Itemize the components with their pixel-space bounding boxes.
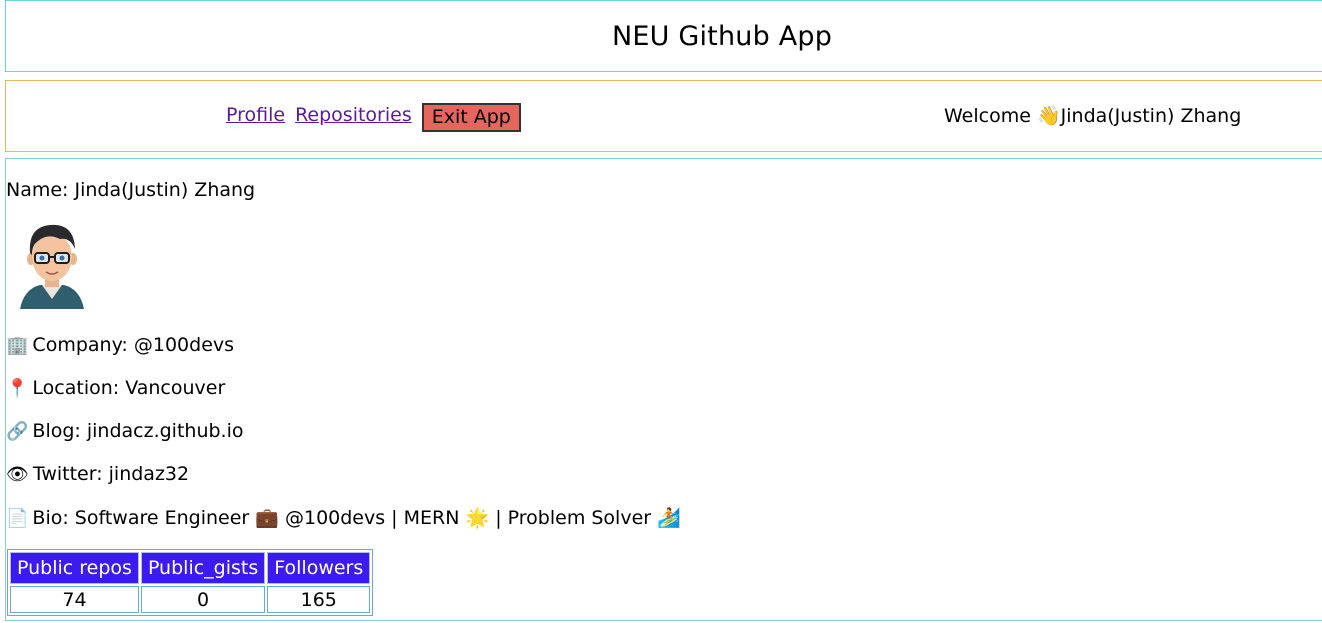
repositories-link[interactable]: Repositories [295, 104, 412, 126]
pin-icon: 📍 [6, 378, 29, 399]
location-row: 📍 Location: Vancouver [6, 377, 225, 399]
blog-row: 🔗 Blog: jindacz.github.io [6, 420, 244, 442]
location-text: Location: Vancouver [32, 377, 226, 399]
surfer-icon: 🏄 [657, 507, 681, 529]
stats-value-row: 74 0 165 [10, 586, 371, 613]
wave-icon: 👋 [1036, 105, 1061, 127]
public-repos-header: Public repos [10, 552, 139, 584]
public-gists-value: 0 [140, 586, 266, 613]
building-icon: 🏢 [6, 335, 29, 356]
twitter-text: Twitter: jindaz32 [32, 463, 190, 485]
link-icon: 🔗 [6, 421, 29, 442]
document-icon: 📄 [6, 508, 29, 529]
public-repos-value: 74 [10, 586, 139, 613]
company-text: Company: @100devs [32, 334, 235, 356]
app-title: NEU Github App [611, 20, 833, 52]
twitter-row: 👁 Twitter: jindaz32 [6, 463, 189, 485]
welcome-prefix: Welcome [944, 105, 1031, 127]
nav-links: Profile Repositories Exit App [226, 100, 521, 132]
followers-value: 165 [267, 586, 371, 613]
stats-table: Public repos Public_gists Followers 74 0… [7, 549, 374, 616]
avatar [20, 224, 84, 309]
bio-text-c: | Problem Solver [495, 507, 652, 529]
profile-panel: Name: Jinda(Justin) Zhang 🏢 Company: @100… [5, 158, 1322, 621]
app-header: NEU Github App [5, 0, 1322, 72]
profile-link[interactable]: Profile [226, 104, 285, 126]
blog-text: Blog: jindacz.github.io [32, 420, 244, 442]
eye-icon: 👁 [6, 464, 29, 485]
company-row: 🏢 Company: @100devs [6, 334, 234, 356]
star-icon: 🌟 [465, 507, 490, 529]
bio-text-a: Bio: Software Engineer [32, 507, 250, 529]
public-gists-header: Public_gists [140, 552, 266, 584]
followers-header: Followers [267, 552, 371, 584]
nav-bar: Profile Repositories Exit App Welcome 👋J… [5, 80, 1322, 152]
welcome-name: Jinda(Justin) Zhang [1060, 105, 1242, 127]
profile-name: Name: Jinda(Justin) Zhang [6, 179, 256, 201]
briefcase-icon: 💼 [255, 507, 279, 529]
bio-text-b: @100devs | MERN [284, 507, 460, 529]
exit-app-button[interactable]: Exit App [421, 103, 521, 132]
welcome-message: Welcome 👋Jinda(Justin) Zhang [944, 104, 1241, 127]
stats-header-row: Public repos Public_gists Followers [10, 552, 371, 584]
bio-row: 📄 Bio: Software Engineer 💼 @100devs | MER… [6, 506, 681, 529]
